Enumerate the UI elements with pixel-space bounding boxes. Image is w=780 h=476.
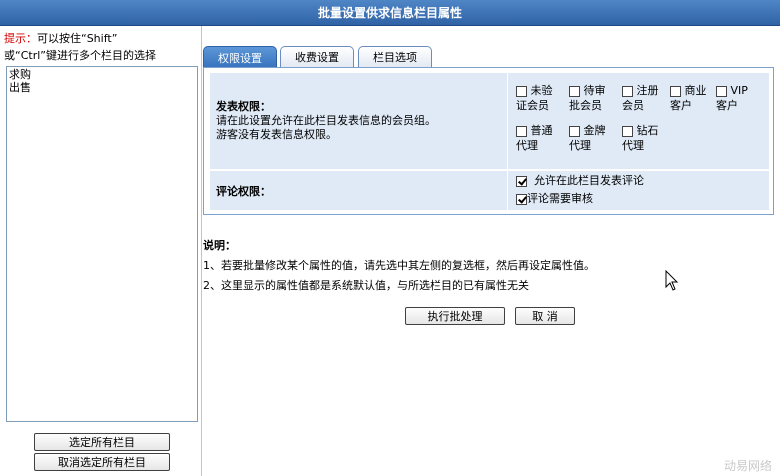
checkbox[interactable] — [622, 125, 633, 137]
hint-text: 提示：可以按住“Shift” 或“Ctrl”键进行多个栏目的选择 — [4, 30, 156, 64]
checkbox[interactable] — [516, 85, 527, 97]
checkbox[interactable] — [569, 125, 580, 137]
checkbox-checked[interactable] — [516, 175, 527, 187]
group-option[interactable]: 注册 会员 — [622, 83, 659, 113]
group-option[interactable]: 未验 证会员 — [516, 83, 553, 113]
allow-comment-option[interactable]: 允许在此栏目发表评论 — [516, 173, 644, 188]
checkbox[interactable] — [516, 125, 527, 137]
list-item[interactable]: 求购 — [9, 68, 195, 81]
main-content: 权限设置 收费设置 栏目选项 发表权限： 请在此设置允许在此栏目发表信息的会员组… — [203, 26, 780, 476]
select-all-button[interactable]: 选定所有栏目 — [34, 433, 170, 451]
window-title: 批量设置供求信息栏目属性 — [0, 0, 780, 26]
notes: 说明： 1、若要批量修改某个属性的值，请先选中其左侧的复选框，然后再设定属性值。… — [203, 236, 595, 296]
category-listbox[interactable]: 求购 出售 — [6, 66, 198, 422]
hint-line2: 或“Ctrl”键进行多个栏目的选择 — [4, 49, 156, 62]
watermark: 动易网络 — [723, 459, 772, 473]
cancel-button[interactable]: 取 消 — [515, 307, 575, 325]
hint-prefix: 提示： — [4, 32, 37, 45]
publish-permission-title: 发表权限： — [216, 100, 271, 113]
hint-line1: 可以按住“Shift” — [37, 32, 118, 45]
group-option[interactable]: 钻石 代理 — [622, 123, 659, 153]
mouse-cursor-icon — [665, 270, 679, 291]
publish-permission-desc: 请在此设置允许在此栏目发表信息的会员组。 — [216, 114, 436, 127]
list-item[interactable]: 出售 — [9, 81, 195, 94]
checkbox-checked[interactable] — [516, 193, 527, 205]
checkbox[interactable] — [622, 85, 633, 97]
comment-permission-row: 评论权限： 允许在此栏目发表评论 评论需要审核 — [210, 171, 769, 210]
sidebar: 提示：可以按住“Shift” 或“Ctrl”键进行多个栏目的选择 求购 出售 选… — [0, 26, 202, 476]
group-option[interactable]: 普通 代理 — [516, 123, 553, 153]
group-option[interactable]: 待审 批会员 — [569, 83, 606, 113]
notes-line1: 1、若要批量修改某个属性的值，请先选中其左侧的复选框，然后再设定属性值。 — [203, 259, 595, 272]
group-option[interactable]: 商业 客户 — [670, 83, 707, 113]
tab-options[interactable]: 栏目选项 — [358, 46, 432, 67]
tab-permissions[interactable]: 权限设置 — [203, 46, 277, 68]
publish-permission-note: 游客没有发表信息权限。 — [216, 128, 337, 141]
checkbox[interactable] — [716, 85, 727, 97]
tab-fees[interactable]: 收费设置 — [280, 46, 354, 67]
notes-line2: 2、这里显示的属性值都是系统默认值，与所选栏目的已有属性无关 — [203, 279, 529, 292]
publish-permission-row: 发表权限： 请在此设置允许在此栏目发表信息的会员组。 游客没有发表信息权限。 未… — [210, 73, 769, 169]
comment-permission-title: 评论权限： — [216, 185, 271, 198]
group-option[interactable]: 金牌 代理 — [569, 123, 606, 153]
notes-title: 说明： — [203, 239, 236, 252]
group-option[interactable]: VIP 客户 — [716, 83, 748, 113]
deselect-all-button[interactable]: 取消选定所有栏目 — [34, 453, 170, 471]
comment-review-option[interactable]: 评论需要审核 — [516, 191, 593, 206]
execute-batch-button[interactable]: 执行批处理 — [405, 307, 505, 325]
permissions-panel: 发表权限： 请在此设置允许在此栏目发表信息的会员组。 游客没有发表信息权限。 未… — [203, 67, 774, 215]
checkbox[interactable] — [569, 85, 580, 97]
checkbox[interactable] — [670, 85, 681, 97]
